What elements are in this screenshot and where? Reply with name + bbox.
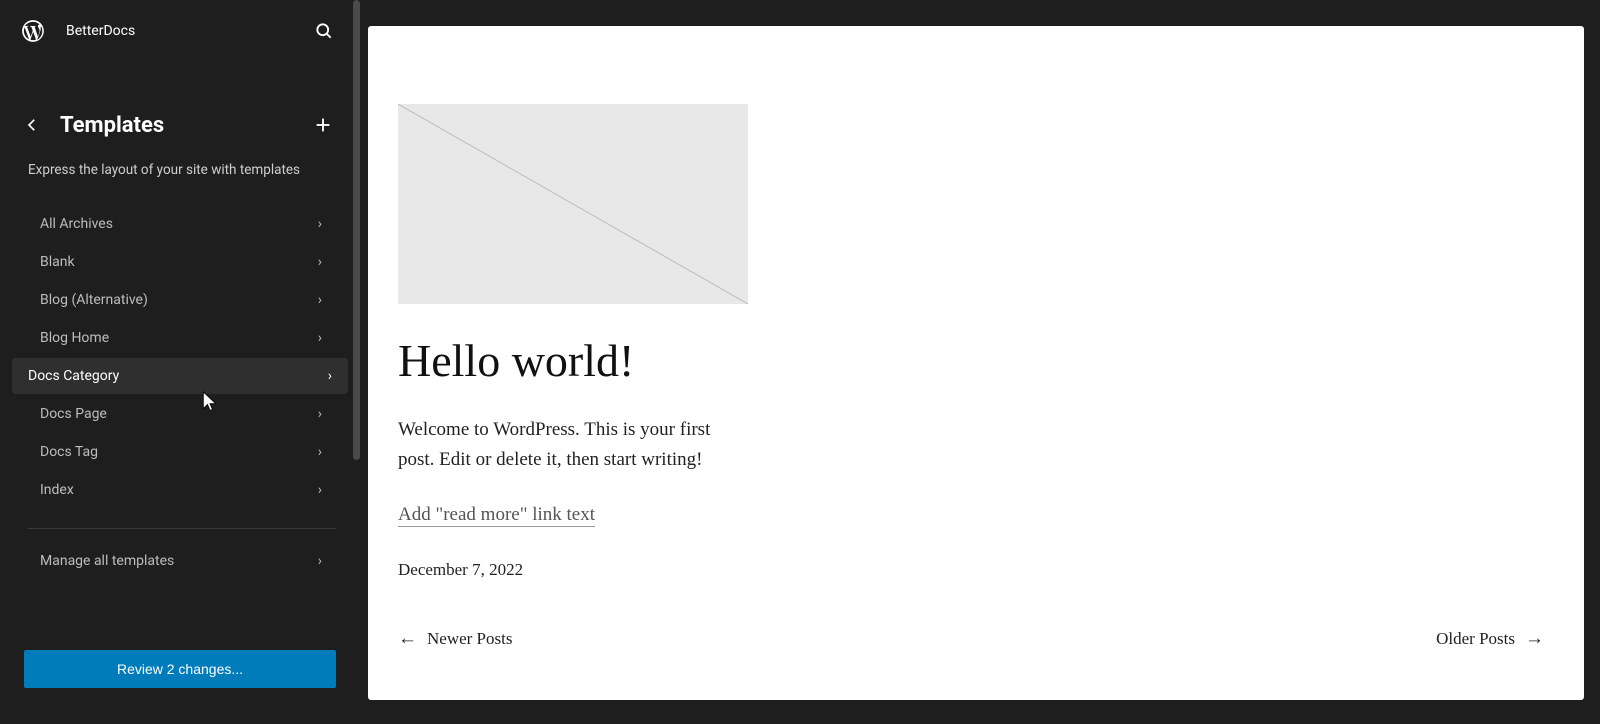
section-header: Templates [0, 62, 360, 150]
site-name[interactable]: BetterDocs [66, 23, 296, 39]
template-item-blog-alternative[interactable]: Blog (Alternative) › [12, 282, 348, 318]
pagination: ← Newer Posts Older Posts → [398, 628, 1544, 650]
arrow-right-icon: → [1525, 628, 1544, 650]
template-item-docs-tag[interactable]: Docs Tag › [12, 434, 348, 470]
chevron-right-icon: › [318, 330, 322, 346]
manage-list: Manage all templates › [0, 543, 360, 581]
sidebar-scrollbar-track[interactable] [352, 0, 360, 724]
template-item-label: Blog Home [40, 330, 109, 346]
template-item-docs-category[interactable]: Docs Category › [12, 358, 348, 394]
older-posts-label: Older Posts [1436, 629, 1515, 649]
template-item-label: Docs Category [28, 368, 119, 384]
add-template-button[interactable] [310, 112, 336, 138]
top-bar: BetterDocs [0, 0, 360, 62]
manage-label: Manage all templates [40, 553, 174, 569]
search-icon[interactable] [312, 19, 336, 43]
arrow-left-icon: ← [398, 628, 417, 650]
chevron-right-icon: › [318, 482, 322, 498]
editor-canvas-wrap: Hello world! Welcome to WordPress. This … [360, 0, 1600, 724]
post-date: December 7, 2022 [398, 560, 1544, 580]
template-item-index[interactable]: Index › [12, 472, 348, 508]
newer-posts-link[interactable]: ← Newer Posts [398, 628, 512, 650]
manage-all-templates[interactable]: Manage all templates › [12, 543, 348, 579]
post-title[interactable]: Hello world! [398, 334, 1544, 387]
template-item-blog-home[interactable]: Blog Home › [12, 320, 348, 356]
wordpress-logo-icon[interactable] [20, 18, 46, 44]
chevron-right-icon: › [318, 292, 322, 308]
template-item-docs-page[interactable]: Docs Page › [12, 396, 348, 432]
newer-posts-label: Newer Posts [427, 629, 512, 649]
template-item-label: Blank [40, 254, 75, 270]
review-bar: Review 2 changes... [0, 632, 360, 724]
read-more-link-input[interactable]: Add "read more" link text [398, 504, 595, 527]
review-changes-button[interactable]: Review 2 changes... [24, 650, 336, 688]
template-item-label: Blog (Alternative) [40, 292, 148, 308]
template-list: All Archives › Blank › Blog (Alternative… [0, 206, 360, 510]
featured-image-placeholder[interactable] [398, 104, 748, 304]
chevron-right-icon: › [318, 553, 322, 569]
chevron-right-icon: › [318, 216, 322, 232]
back-button[interactable] [20, 113, 44, 137]
older-posts-link[interactable]: Older Posts → [1436, 628, 1544, 650]
chevron-right-icon: › [318, 254, 322, 270]
template-item-blank[interactable]: Blank › [12, 244, 348, 280]
editor-canvas[interactable]: Hello world! Welcome to WordPress. This … [368, 26, 1584, 700]
chevron-right-icon: › [318, 406, 322, 422]
sidebar-scrollbar-thumb[interactable] [353, 0, 360, 460]
divider [28, 528, 336, 529]
template-item-all-archives[interactable]: All Archives › [12, 206, 348, 242]
template-item-label: Docs Page [40, 406, 107, 422]
template-item-label: All Archives [40, 216, 113, 232]
template-item-label: Index [40, 482, 74, 498]
section-description: Express the layout of your site with tem… [0, 150, 360, 206]
section-title: Templates [60, 113, 298, 138]
post-excerpt[interactable]: Welcome to WordPress. This is your first… [398, 415, 738, 476]
sidebar: BetterDocs Templates Express the layout … [0, 0, 360, 724]
chevron-right-icon: › [328, 368, 332, 384]
template-item-label: Docs Tag [40, 444, 98, 460]
chevron-right-icon: › [318, 444, 322, 460]
